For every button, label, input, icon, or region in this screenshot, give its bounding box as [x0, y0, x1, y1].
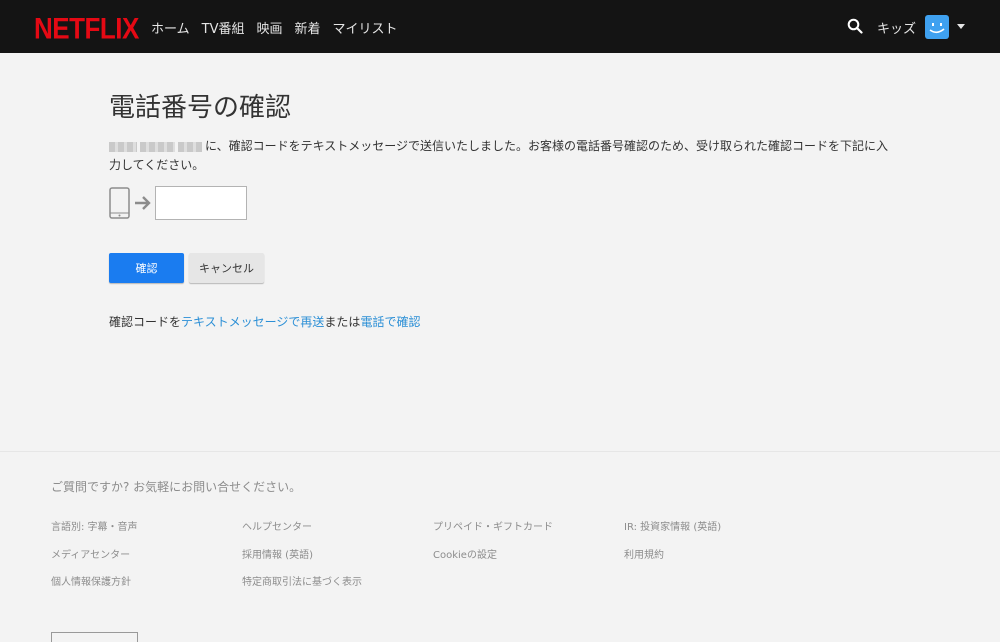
phone-icon	[109, 187, 130, 219]
language-selector[interactable]	[51, 632, 138, 642]
search-icon[interactable]	[847, 18, 863, 34]
verify-phone-panel: 電話番号の確認 に、確認コードをテキストメッセージで送信いたしました。お客様の電…	[0, 53, 1000, 451]
top-nav-bar: NETFLIX ホーム TV番組 映画 新着 マイリスト キッズ	[0, 0, 1000, 53]
footer-link-media-center[interactable]: メディアセンター	[51, 546, 130, 561]
masked-phone-number	[109, 141, 137, 152]
footer-link-privacy[interactable]: 個人情報保護方針	[51, 573, 131, 588]
resend-options: 確認コードをテキストメッセージで再送または電話で確認	[109, 313, 420, 330]
caret-down-icon[interactable]	[957, 24, 965, 29]
resend-prefix: 確認コードを	[109, 315, 182, 329]
description-text: に、確認コードをテキストメッセージで送信いたしました。お客様の電話番号確認のため…	[109, 139, 889, 172]
footer-link-jobs[interactable]: 採用情報 (英語)	[242, 546, 313, 561]
footer-link-help-center[interactable]: ヘルプセンター	[242, 518, 312, 533]
call-verify-link[interactable]: 電話で確認	[360, 315, 420, 329]
resend-sms-link[interactable]: テキストメッセージで再送	[181, 315, 324, 329]
footer-link-terms-of-use[interactable]: 利用規約	[624, 546, 664, 561]
verification-code-input[interactable]	[155, 186, 247, 220]
nav-new[interactable]: 新着	[294, 18, 320, 37]
verification-description: に、確認コードをテキストメッセージで送信いたしました。お客様の電話番号確認のため…	[109, 137, 899, 175]
contact-prompt[interactable]: ご質問ですか? お気軽にお問い合せください。	[51, 478, 301, 495]
smiley-icon	[929, 23, 945, 34]
footer: ご質問ですか? お気軽にお問い合せください。 言語別: 字幕・音声 ヘルプセンタ…	[0, 451, 1000, 642]
footer-link-gift-cards[interactable]: プリペイド・ギフトカード	[433, 518, 553, 533]
nav-home[interactable]: ホーム	[151, 18, 190, 37]
kids-link[interactable]: キッズ	[877, 18, 916, 37]
main-nav: ホーム TV番組 映画 新着 マイリスト	[151, 18, 398, 37]
masked-phone-number	[140, 141, 175, 152]
masked-phone-number	[178, 141, 202, 152]
nav-movies[interactable]: 映画	[256, 18, 282, 37]
nav-my-list[interactable]: マイリスト	[333, 18, 398, 37]
nav-tv-shows[interactable]: TV番組	[202, 18, 245, 37]
footer-link-legal-notices[interactable]: 特定商取引法に基づく表示	[242, 573, 362, 588]
footer-link-cookie-preferences[interactable]: Cookieの設定	[433, 546, 497, 561]
footer-link-investor-relations[interactable]: IR: 投資家情報 (英語)	[624, 518, 721, 533]
arrow-right-icon	[135, 196, 151, 210]
confirm-button[interactable]: 確認	[109, 253, 184, 283]
resend-middle: または	[324, 315, 361, 329]
page-title: 電話番号の確認	[109, 93, 292, 123]
profile-avatar[interactable]	[925, 15, 949, 39]
netflix-logo[interactable]: NETFLIX	[34, 11, 139, 47]
cancel-button[interactable]: キャンセル	[189, 253, 264, 283]
footer-link-audio-subtitles[interactable]: 言語別: 字幕・音声	[51, 518, 138, 533]
